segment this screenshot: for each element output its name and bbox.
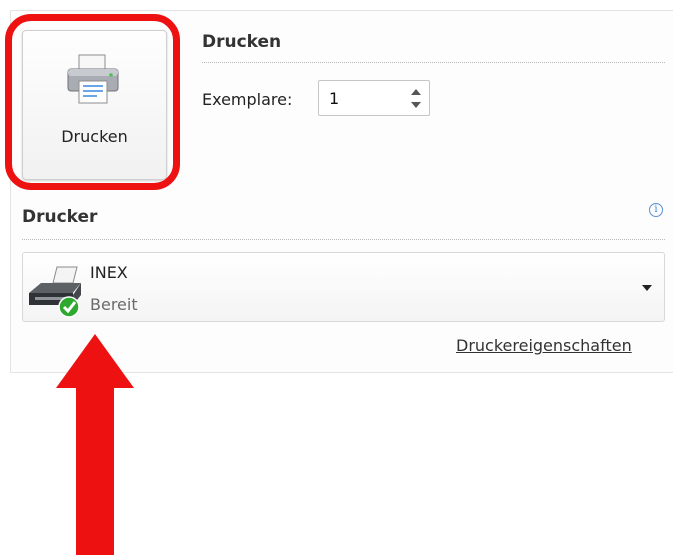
copies-stepper[interactable]: 1 xyxy=(318,80,430,116)
printer-name: INEX xyxy=(90,263,128,282)
spin-down-icon[interactable] xyxy=(409,99,423,111)
printer-properties-link[interactable]: Druckereigenschaften xyxy=(456,336,632,355)
print-button-label: Drucken xyxy=(61,127,128,146)
spin-up-icon[interactable] xyxy=(409,86,423,98)
copies-label: Exemplare: xyxy=(202,90,293,109)
printer-status: Bereit xyxy=(90,295,138,314)
arrow-up-icon xyxy=(56,334,134,559)
copies-value[interactable]: 1 xyxy=(329,89,339,108)
print-heading-divider xyxy=(202,62,665,63)
printer-dropdown[interactable]: INEX Bereit xyxy=(22,252,665,322)
print-heading: Drucken xyxy=(202,32,282,52)
printer-heading-divider xyxy=(22,239,665,240)
printer-heading: Drucker xyxy=(22,207,98,227)
info-icon[interactable]: i xyxy=(649,203,663,217)
print-button[interactable]: Drucken xyxy=(22,30,167,180)
chevron-down-icon[interactable] xyxy=(642,285,652,291)
printer-icon xyxy=(65,51,121,111)
printer-ready-icon xyxy=(27,263,89,323)
